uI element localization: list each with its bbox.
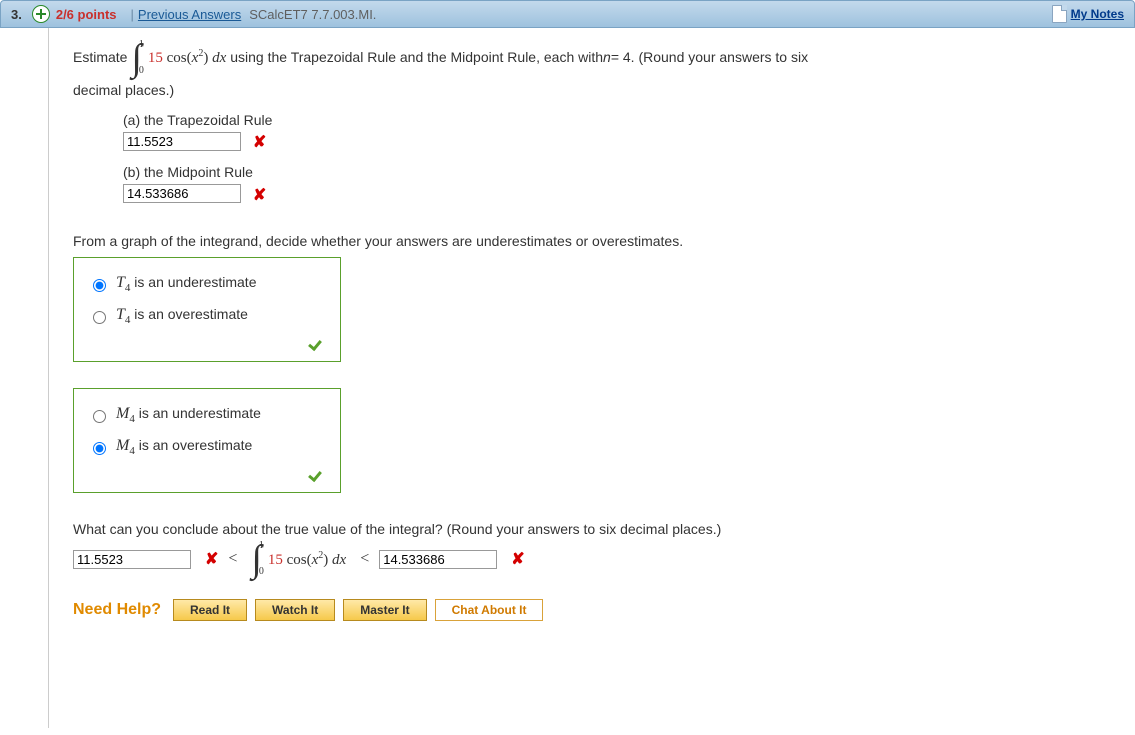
dx: dx	[332, 552, 346, 568]
previous-answers-link[interactable]: Previous Answers	[138, 7, 241, 22]
part-b-input[interactable]	[123, 184, 241, 203]
wrong-icon: ✘	[511, 549, 524, 569]
prompt-tail1: using the Trapezoidal Rule and the Midpo…	[230, 48, 603, 68]
integral-expression-2: ∫ 1 0 15 cos(x2) dx	[251, 541, 346, 577]
integral-symbol: ∫	[251, 544, 261, 574]
t4-over-text: is an overestimate	[130, 306, 248, 322]
close-paren: )	[203, 50, 208, 66]
m4-under-text: is an underestimate	[135, 405, 261, 421]
t4-group-correct	[88, 332, 326, 355]
wrong-icon: ✘	[205, 549, 218, 569]
coefficient: 15	[268, 552, 283, 568]
integral-symbol: ∫	[131, 43, 141, 73]
question-prompt: Estimate ∫ 1 0 15 cos(x2) dx using the T…	[73, 40, 1117, 76]
points-text: 2/6 points	[56, 7, 117, 22]
m4-over-radio[interactable]	[93, 442, 106, 455]
need-help-row: Need Help? Read It Watch It Master It Ch…	[73, 599, 1117, 621]
m-sym: M	[116, 437, 129, 454]
part-a: (a) the Trapezoidal Rule ✘	[123, 112, 1117, 152]
conclusion-row: ✘ < ∫ 1 0 15 cos(x2) dx < ✘	[73, 541, 1117, 577]
prompt-line2: decimal places.)	[73, 82, 1117, 98]
n-var: n	[603, 48, 611, 68]
watch-it-button[interactable]: Watch It	[255, 599, 335, 621]
read-it-button[interactable]: Read It	[173, 599, 247, 621]
part-b-label: (b) the Midpoint Rule	[123, 164, 1117, 180]
question-header: 3. 2/6 points | Previous Answers SCalcET…	[0, 0, 1135, 28]
less-than-2: <	[360, 550, 369, 568]
wrong-icon: ✘	[253, 134, 266, 151]
integrand: 15 cos(x2) dx	[148, 47, 226, 69]
m-sym: M	[116, 405, 129, 422]
n-eq: = 4. (Round your answers to six	[611, 48, 808, 68]
lower-bound-input[interactable]	[73, 550, 191, 569]
estimate-word: Estimate	[73, 48, 127, 68]
section3-prompt: What can you conclude about the true val…	[73, 521, 1117, 537]
master-it-button[interactable]: Master It	[343, 599, 426, 621]
part-b: (b) the Midpoint Rule ✘	[123, 164, 1117, 204]
part-a-input[interactable]	[123, 132, 241, 151]
divider: |	[131, 7, 134, 22]
question-number: 3.	[11, 7, 22, 22]
plus-icon[interactable]	[32, 5, 50, 23]
m4-overestimate-option[interactable]: M4 is an overestimate	[88, 431, 326, 463]
t4-underestimate-option[interactable]: T4 is an underestimate	[88, 268, 326, 300]
m4-group-correct	[88, 463, 326, 486]
t-sym: T	[116, 274, 125, 291]
dx: dx	[212, 50, 226, 66]
t4-under-radio[interactable]	[93, 279, 106, 292]
problem-id: SCalcET7 7.7.003.MI.	[249, 7, 376, 22]
less-than-1: <	[228, 550, 237, 568]
document-icon	[1052, 5, 1067, 23]
m4-radio-group: M4 is an underestimate M4 is an overesti…	[73, 388, 341, 493]
wrong-icon: ✘	[253, 187, 266, 204]
m4-underestimate-option[interactable]: M4 is an underestimate	[88, 399, 326, 431]
cos-open: cos(	[287, 552, 312, 568]
m4-under-radio[interactable]	[93, 410, 106, 423]
close-paren: )	[323, 552, 328, 568]
section2-prompt: From a graph of the integrand, decide wh…	[73, 233, 1117, 249]
t4-overestimate-option[interactable]: T4 is an overestimate	[88, 300, 326, 332]
cos-open: cos(	[167, 50, 192, 66]
upper-bound-input[interactable]	[379, 550, 497, 569]
left-gutter	[0, 28, 49, 728]
t-sym: T	[116, 306, 125, 323]
check-icon	[308, 336, 326, 350]
t4-under-text: is an underestimate	[130, 274, 256, 290]
need-help-label: Need Help?	[73, 601, 161, 619]
check-icon	[308, 467, 326, 481]
t4-radio-group: T4 is an underestimate T4 is an overesti…	[73, 257, 341, 362]
integral-expression: ∫ 1 0 15 cos(x2) dx	[131, 40, 226, 76]
coefficient: 15	[148, 50, 163, 66]
m4-over-text: is an overestimate	[135, 437, 253, 453]
my-notes-link[interactable]: My Notes	[1071, 7, 1124, 21]
t4-over-radio[interactable]	[93, 311, 106, 324]
part-a-label: (a) the Trapezoidal Rule	[123, 112, 1117, 128]
integrand: 15 cos(x2) dx	[268, 550, 346, 569]
chat-about-it-button[interactable]: Chat About It	[435, 599, 544, 621]
